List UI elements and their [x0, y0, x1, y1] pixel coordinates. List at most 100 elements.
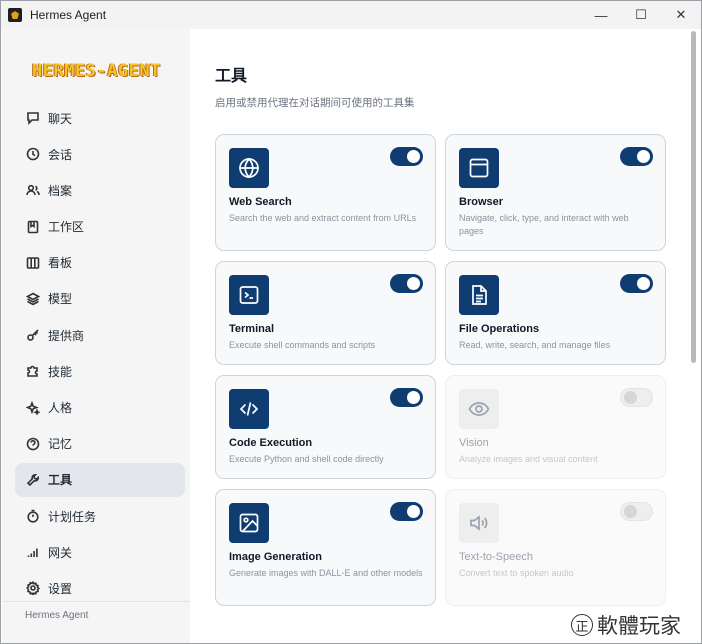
timer-icon [26, 509, 40, 523]
sidebar-item-workspace[interactable]: 工作区 [15, 210, 185, 244]
speaker-icon [459, 503, 499, 543]
puzzle-icon [26, 364, 40, 378]
window-title: Hermes Agent [30, 8, 107, 22]
tool-toggle[interactable] [390, 388, 423, 407]
tool-card-file-operations[interactable]: File Operations Read, write, search, and… [445, 261, 666, 365]
clock-icon [26, 147, 40, 161]
tool-toggle[interactable] [620, 147, 653, 166]
tool-description: Execute shell commands and scripts [229, 340, 376, 350]
tool-description: Read, write, search, and manage files [459, 340, 611, 350]
file-icon [459, 275, 499, 315]
sidebar-nav: 聊天 会话 档案 工作区 看板 模型 提供商 技能 人格 记忆 工具 计划任务 … [15, 101, 185, 608]
wrench-icon [26, 473, 40, 487]
tool-toggle[interactable] [390, 274, 423, 293]
sidebar-item-label: 聊天 [48, 111, 73, 126]
sidebar-item-sessions[interactable]: 会话 [15, 137, 185, 171]
sidebar-item-label: 模型 [48, 292, 73, 307]
tools-page: 工具 启用或禁用代理在对话期间可使用的工具集 Web Search Search… [190, 29, 690, 643]
sparkle-icon [26, 400, 40, 415]
tool-name: File Operations [459, 323, 540, 335]
terminal-icon [229, 275, 269, 315]
sidebar-item-label: 会话 [48, 147, 73, 162]
page-title: 工具 [215, 68, 248, 85]
memory-icon [26, 437, 40, 451]
users-icon [26, 183, 40, 197]
tool-name: Code Execution [229, 437, 313, 449]
tool-description: Execute Python and shell code directly [229, 454, 384, 464]
maximize-button[interactable]: ☐ [621, 1, 661, 29]
signal-icon [26, 545, 40, 559]
sidebar-item-label: 看板 [48, 256, 73, 271]
sidebar-item-profiles[interactable]: 档案 [15, 173, 185, 207]
eye-icon [459, 389, 499, 429]
chat-icon [26, 111, 40, 125]
sidebar-item-label: 档案 [48, 183, 73, 198]
sidebar-item-label: 工具 [48, 473, 73, 488]
tool-name: Web Search [229, 196, 292, 208]
sidebar-item-label: 网关 [48, 545, 73, 560]
gear-icon [26, 581, 40, 596]
tool-name: Text-to-Speech [459, 551, 533, 563]
code-icon [229, 389, 269, 429]
sidebar-item-board[interactable]: 看板 [15, 246, 185, 280]
sidebar-item-personas[interactable]: 人格 [15, 391, 185, 425]
tool-toggle[interactable] [620, 502, 653, 521]
sidebar-item-memory[interactable]: 记忆 [15, 427, 185, 461]
sidebar-footer: Hermes Agent [3, 601, 191, 621]
sidebar-item-scheduled-tasks[interactable]: 计划任务 [15, 499, 185, 533]
app-logo-icon [8, 8, 22, 22]
sidebar-item-label: 计划任务 [48, 509, 97, 524]
sidebar-item-tools[interactable]: 工具 [15, 462, 185, 497]
tool-name: Browser [459, 196, 504, 208]
sidebar-item-label: 人格 [48, 401, 73, 415]
tool-description: Search the web and extract content from … [229, 213, 417, 223]
tool-toggle[interactable] [620, 388, 653, 407]
browser-window-icon [459, 148, 499, 188]
sidebar-item-label: 技能 [48, 364, 73, 379]
app-window: Hermes Agent — ☐ ✕ HERMES-AGENT 聊天 会话 档案 [0, 0, 702, 644]
tool-name: Vision [459, 437, 489, 449]
board-icon [26, 256, 40, 270]
key-icon [26, 328, 40, 342]
title-bar[interactable]: Hermes Agent — ☐ ✕ [1, 1, 701, 29]
tool-card-image-generation[interactable]: Image Generation Generate images with DA… [215, 489, 436, 606]
layers-icon [26, 292, 40, 306]
sidebar-item-providers[interactable]: 提供商 [15, 318, 185, 352]
tool-card-text-to-speech[interactable]: Text-to-Speech Convert text to spoken au… [445, 489, 666, 606]
main-scrollbar[interactable] [691, 31, 696, 363]
close-button[interactable]: ✕ [661, 1, 701, 29]
watermark-text: 軟體玩家 [597, 614, 681, 638]
brand-logo: HERMES-AGENT [32, 61, 161, 81]
tool-name: Image Generation [229, 551, 322, 563]
image-icon [229, 503, 269, 543]
tool-name: Terminal [229, 323, 275, 335]
tool-toggle[interactable] [390, 147, 423, 166]
sidebar-item-gateway[interactable]: 网关 [15, 535, 185, 569]
sidebar-item-label: 工作区 [48, 220, 85, 235]
page-subtitle: 启用或禁用代理在对话期间可使用的工具集 [215, 97, 415, 109]
sidebar-item-label: 记忆 [48, 437, 73, 452]
tool-card-web-search[interactable]: Web Search Search the web and extract co… [215, 134, 436, 251]
tool-card-terminal[interactable]: Terminal Execute shell commands and scri… [215, 261, 436, 365]
tool-description: Convert text to spoken audio [459, 568, 574, 578]
minimize-button[interactable]: — [581, 1, 621, 29]
sidebar-item-label: 提供商 [48, 328, 85, 343]
tool-description: Navigate, click, type, and interact with… [459, 213, 629, 236]
tool-description: Generate images with DALL-E and other mo… [229, 568, 423, 578]
tool-toggle[interactable] [390, 502, 423, 521]
sidebar-item-models[interactable]: 模型 [15, 282, 185, 316]
tool-card-browser[interactable]: Browser Navigate, click, type, and inter… [445, 134, 666, 251]
bookmark-icon [26, 220, 40, 234]
tool-toggle[interactable] [620, 274, 653, 293]
tool-card-code-execution[interactable]: Code Execution Execute Python and shell … [215, 375, 436, 479]
globe-icon [229, 148, 269, 188]
watermark: 正 軟體玩家 [571, 610, 681, 640]
sidebar-item-label: 设置 [48, 581, 73, 596]
sidebar-item-chat[interactable]: 聊天 [15, 101, 185, 135]
window-controls: — ☐ ✕ [581, 1, 701, 29]
sidebar: HERMES-AGENT 聊天 会话 档案 工作区 看板 模型 提供商 技能 人… [2, 29, 191, 643]
tool-card-vision[interactable]: Vision Analyze images and visual content [445, 375, 666, 479]
sidebar-item-skills[interactable]: 技能 [15, 354, 185, 388]
watermark-seal: 正 [571, 614, 593, 636]
tool-description: Analyze images and visual content [459, 454, 598, 464]
